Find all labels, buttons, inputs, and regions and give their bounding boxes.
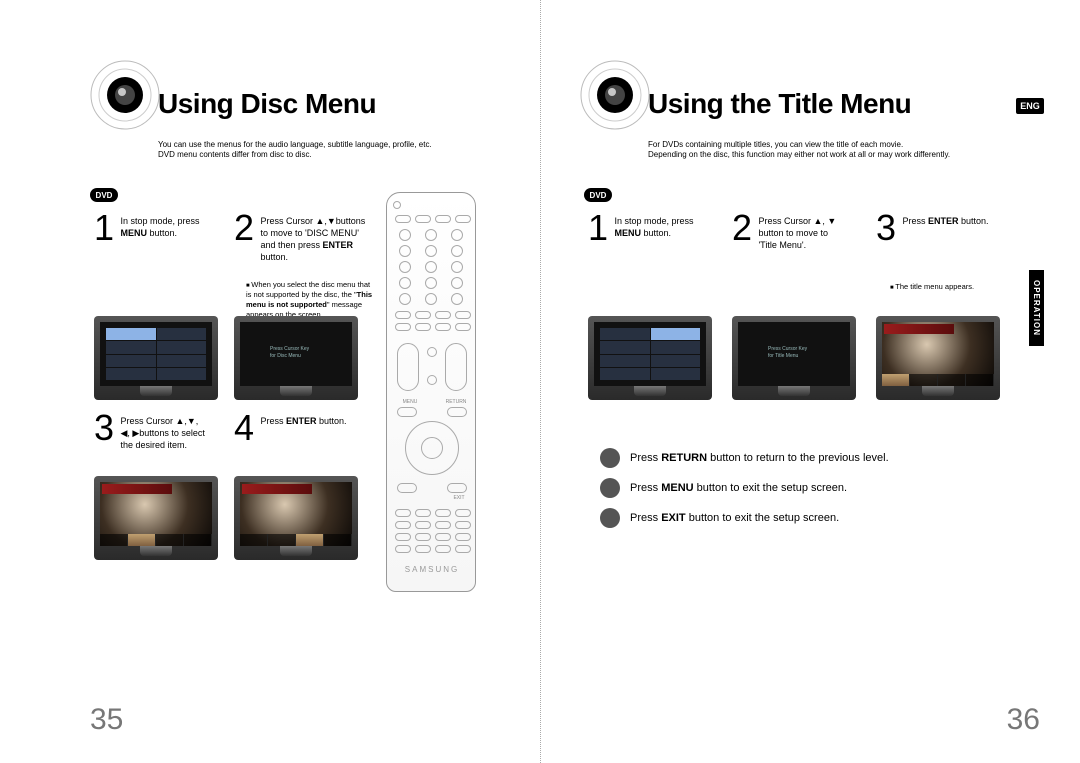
tv-stand-icon <box>778 386 810 396</box>
speaker-icon <box>90 60 160 130</box>
step-text: In stop mode, press MENU button. <box>614 212 722 239</box>
step-2-note: When you select the disc menu that is no… <box>246 280 376 321</box>
page-title-right: Using the Title Menu <box>648 88 911 120</box>
step-text: In stop mode, press MENU button. <box>120 212 228 239</box>
hint-dot-icon <box>600 508 620 528</box>
page-spread: Using Disc Menu You can use the menus fo… <box>0 0 1080 763</box>
step-2-right: 2 Press Cursor ▲, ▼ button to move to 'T… <box>732 212 867 251</box>
step-num: 1 <box>94 212 116 244</box>
remote-control: MENU RETURN EXIT SAMSUNG <box>386 192 476 592</box>
tv-stand-icon <box>922 386 954 396</box>
page-number-left: 35 <box>90 703 123 737</box>
step-num: 1 <box>588 212 610 244</box>
remote-brand: SAMSUNG <box>387 565 477 574</box>
step-num: 3 <box>876 212 898 244</box>
tv-stand-icon <box>280 546 312 556</box>
tv-stand-icon <box>280 386 312 396</box>
hint-dot-icon <box>600 478 620 498</box>
tv-menu-text: Press Cursor Key for Disc Menu <box>270 346 342 360</box>
step-num: 2 <box>732 212 754 244</box>
step-1-right: 1 In stop mode, press MENU button. <box>588 212 723 244</box>
step-3-left: 3 Press Cursor ▲,▼, ◀, ▶buttons to selec… <box>94 412 229 451</box>
step-num: 3 <box>94 412 116 444</box>
tv-stand-icon <box>140 386 172 396</box>
speaker-icon <box>580 60 650 130</box>
dvd-badge-left: DVD <box>90 188 118 202</box>
step-1-left: 1 In stop mode, press MENU button. <box>94 212 229 244</box>
page-subtitle-b-left: DVD menu contents differ from disc to di… <box>158 150 312 160</box>
step-text: Press ENTER button. <box>902 212 1010 227</box>
page-divider <box>540 0 541 763</box>
step-num: 2 <box>234 212 256 244</box>
right-page: Using the Title Menu For DVDs containing… <box>540 0 1080 763</box>
tv-stand-icon <box>634 386 666 396</box>
step-text: Press Cursor ▲, ▼ button to move to 'Tit… <box>758 212 866 251</box>
step-3-right: 3 Press ENTER button. <box>876 212 1011 244</box>
step-num: 4 <box>234 412 256 444</box>
step-2-left: 2 Press Cursor ▲,▼buttons to move to 'DI… <box>234 212 369 264</box>
step-text: Press ENTER button. <box>260 412 368 427</box>
page-subtitle-a-left: You can use the menus for the audio lang… <box>158 140 432 150</box>
dvd-badge-right: DVD <box>584 188 612 202</box>
hint-dot-icon <box>600 448 620 468</box>
step-text: Press Cursor ▲,▼buttons to move to 'DISC… <box>260 212 368 264</box>
hint-exit: Press EXIT button to exit the setup scre… <box>600 508 839 528</box>
step-3-note: The title menu appears. <box>890 282 1020 292</box>
side-tab-operation: OPERATION <box>1029 270 1044 346</box>
tv-menu-text: Press Cursor Key for Title Menu <box>768 346 840 360</box>
hint-return: Press RETURN button to return to the pre… <box>600 448 889 468</box>
hint-menu: Press MENU button to exit the setup scre… <box>600 478 847 498</box>
remote-power-icon <box>393 201 401 209</box>
eng-badge: ENG <box>1016 98 1044 114</box>
left-page: Using Disc Menu You can use the menus fo… <box>0 0 540 763</box>
page-title-left: Using Disc Menu <box>158 88 376 120</box>
step-4-left: 4 Press ENTER button. <box>234 412 369 444</box>
tv-stand-icon <box>140 546 172 556</box>
page-number-right: 36 <box>1007 703 1040 737</box>
step-text: Press Cursor ▲,▼, ◀, ▶buttons to select … <box>120 412 228 451</box>
page-subtitle-b-right: Depending on the disc, this function may… <box>648 150 950 160</box>
remote-enter-icon <box>421 437 443 459</box>
page-subtitle-a-right: For DVDs containing multiple titles, you… <box>648 140 903 150</box>
